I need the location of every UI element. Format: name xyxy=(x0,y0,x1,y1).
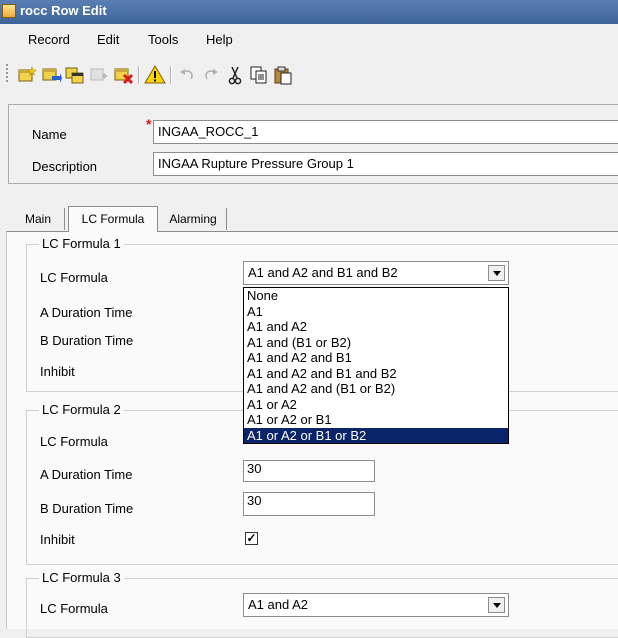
menu-tools[interactable]: Tools xyxy=(148,32,178,47)
required-indicator: * xyxy=(146,116,152,132)
menu-edit[interactable]: Edit xyxy=(97,32,119,47)
name-field[interactable]: INGAA_ROCC_1 xyxy=(153,120,618,144)
chevron-down-icon[interactable] xyxy=(488,265,505,281)
tab-lc-formula[interactable]: LC Formula xyxy=(68,206,158,232)
dropdown-option-a1-and-a2-and-b1-and-b2[interactable]: A1 and A2 and B1 and B2 xyxy=(244,366,508,382)
description-label: Description xyxy=(32,159,98,174)
inhibit-1-label: Inhibit xyxy=(40,364,75,379)
dropdown-option-a1-or-a2[interactable]: A1 or A2 xyxy=(244,397,508,413)
window-title: rocc Row Edit xyxy=(20,3,107,18)
tab-main[interactable]: Main xyxy=(12,208,65,230)
chevron-down-icon[interactable] xyxy=(488,597,505,613)
copy-icon[interactable] xyxy=(248,64,270,86)
lc-formula-2-label: LC Formula xyxy=(40,434,108,449)
dropdown-option-a1-or-a2-or-b1[interactable]: A1 or A2 or B1 xyxy=(244,412,508,428)
lc-formula-3-value: A1 and A2 xyxy=(248,597,308,612)
delete-record-icon[interactable] xyxy=(112,64,134,86)
toolbar-grip xyxy=(6,64,8,84)
a-duration-time-2-label: A Duration Time xyxy=(40,467,133,482)
tab-alarming[interactable]: Alarming xyxy=(160,208,227,230)
copy-record-icon[interactable] xyxy=(64,64,86,86)
paste-icon[interactable] xyxy=(272,64,294,86)
warning-icon[interactable] xyxy=(144,64,166,86)
lc-formula-1-value: A1 and A2 and B1 and B2 xyxy=(248,265,398,280)
toolbar xyxy=(0,58,618,92)
menu-help[interactable]: Help xyxy=(206,32,233,47)
group-title: LC Formula 1 xyxy=(39,236,124,251)
group-title: LC Formula 2 xyxy=(39,402,124,417)
title-bar: rocc Row Edit xyxy=(0,0,618,24)
dropdown-option-a1-and-a2[interactable]: A1 and A2 xyxy=(244,319,508,335)
group-title: LC Formula 3 xyxy=(39,570,124,585)
lc-formula-3-select[interactable]: A1 and A2 xyxy=(243,593,509,617)
b-duration-time-2-input[interactable]: 30 xyxy=(243,492,375,516)
menu-record[interactable]: Record xyxy=(28,32,70,47)
dropdown-option-none[interactable]: None xyxy=(244,288,508,304)
lc-formula-dropdown-list[interactable]: None A1 A1 and A2 A1 and (B1 or B2) A1 a… xyxy=(243,287,509,444)
inhibit-2-label: Inhibit xyxy=(40,532,75,547)
toolbar-separator xyxy=(170,66,172,84)
new-record-icon[interactable] xyxy=(16,64,38,86)
undo-icon[interactable] xyxy=(176,64,198,86)
tab-strip: Main LC Formula Alarming xyxy=(0,206,618,232)
a-duration-time-2-input[interactable]: 30 xyxy=(243,460,375,482)
menu-bar: Record Edit Tools Help xyxy=(0,28,618,54)
name-label: Name xyxy=(32,127,67,142)
a-duration-time-1-label: A Duration Time xyxy=(40,305,133,320)
dropdown-option-a1[interactable]: A1 xyxy=(244,304,508,320)
dropdown-option-highlighted[interactable]: A1 or A2 or B1 or B2 xyxy=(244,427,508,443)
cut-icon[interactable] xyxy=(224,64,246,86)
b-duration-time-1-label: B Duration Time xyxy=(40,333,134,348)
lc-formula-3-label: LC Formula xyxy=(40,601,108,616)
dropdown-option-a1-and-b1-or-b2[interactable]: A1 and (B1 or B2) xyxy=(244,335,508,351)
lc-formula-1-select[interactable]: A1 and A2 and B1 and B2 xyxy=(243,261,509,285)
toolbar-separator xyxy=(138,66,140,84)
inhibit-2-checkbox[interactable]: ✓ xyxy=(245,532,258,545)
description-field[interactable]: INGAA Rupture Pressure Group 1 xyxy=(153,152,618,176)
save-record-icon[interactable] xyxy=(40,64,62,86)
redo-icon[interactable] xyxy=(200,64,222,86)
app-icon xyxy=(2,4,16,18)
dropdown-option-a1-and-a2-and-b1-or-b2[interactable]: A1 and A2 and (B1 or B2) xyxy=(244,381,508,397)
b-duration-time-2-label: B Duration Time xyxy=(40,501,134,516)
paste-record-icon[interactable] xyxy=(88,64,110,86)
dropdown-option-a1-and-a2-and-b1[interactable]: A1 and A2 and B1 xyxy=(244,350,508,366)
lc-formula-1-label: LC Formula xyxy=(40,270,108,285)
